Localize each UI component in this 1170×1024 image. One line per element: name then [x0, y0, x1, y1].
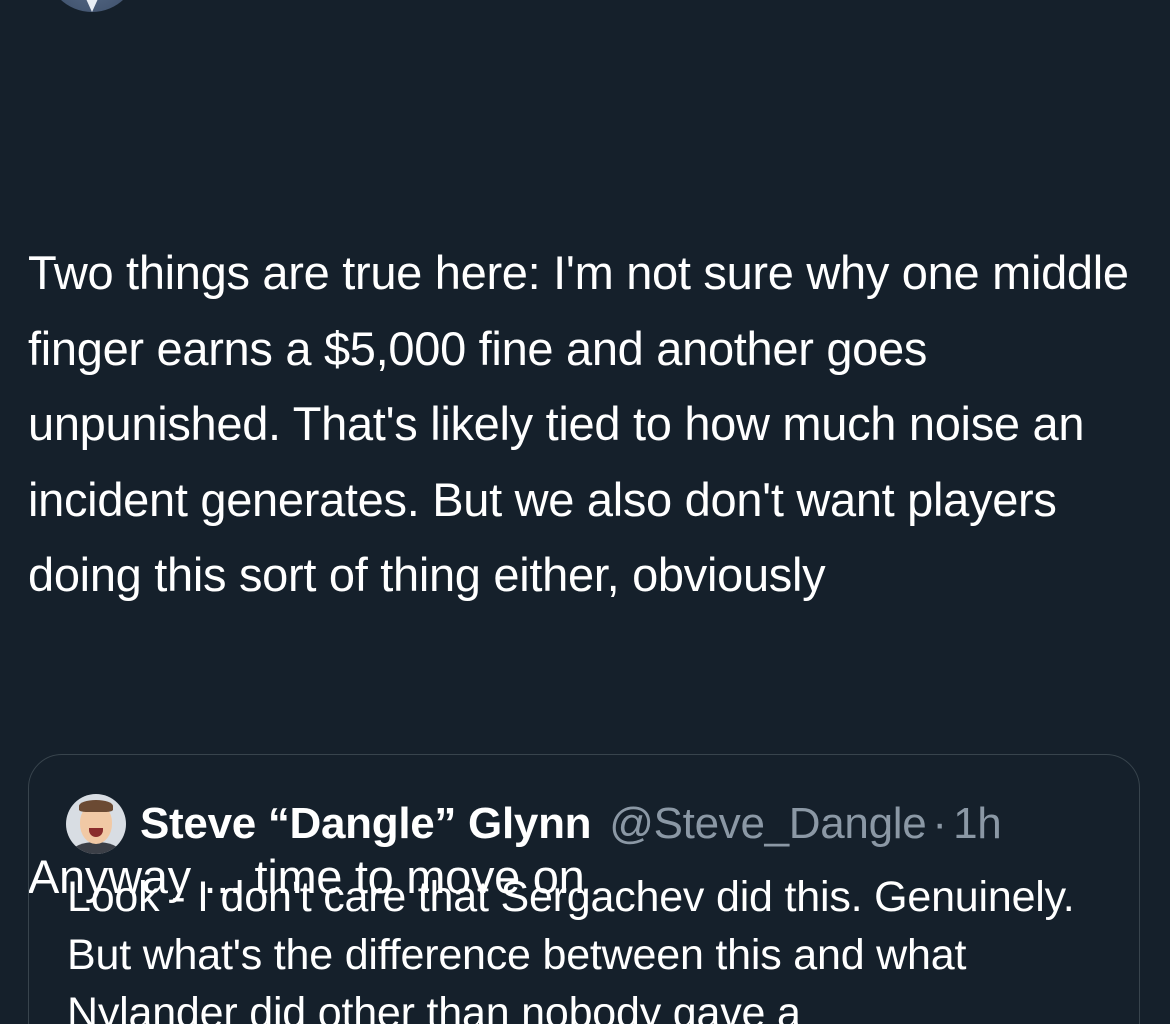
avatar-hair-shape [79, 800, 113, 812]
tweet-paragraph-1: Two things are true here: I'm not sure w… [28, 246, 1142, 601]
quoted-author-handle[interactable]: @Steve_Dangle [609, 799, 926, 849]
author-avatar[interactable] [46, 0, 138, 12]
separator-dot: · [932, 799, 948, 848]
quoted-tweet-timestamp[interactable]: 1h [953, 799, 1002, 849]
quoted-tweet-card[interactable]: Steve “Dangle” Glynn @Steve_Dangle · 1h … [28, 754, 1140, 1024]
quoted-tweet-text: Look - I don't care that Sergachev did t… [67, 873, 1075, 1024]
quoted-author-avatar[interactable] [66, 794, 126, 854]
quoted-author-name[interactable]: Steve “Dangle” Glynn [140, 799, 592, 849]
quoted-tweet-header: Steve “Dangle” Glynn @Steve_Dangle · 1h [66, 793, 1002, 855]
avatar-collar-shape [82, 0, 102, 12]
